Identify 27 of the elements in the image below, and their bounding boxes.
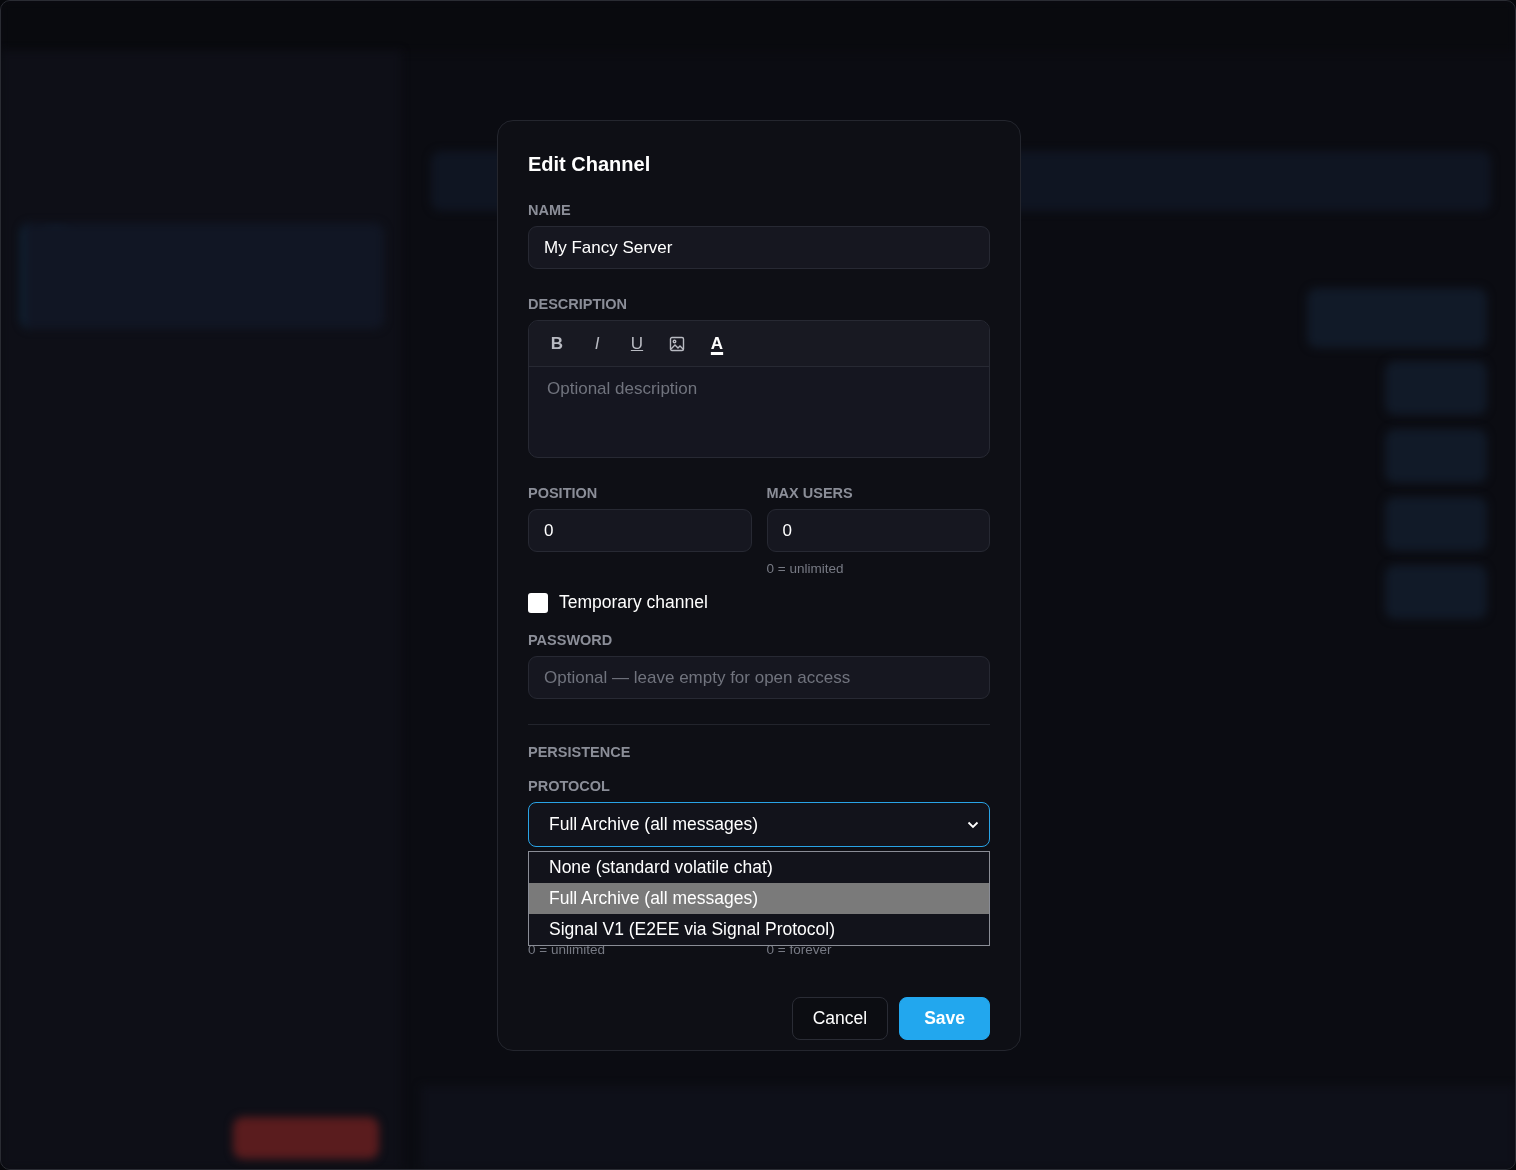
section-heading: PERSISTENCE	[528, 743, 632, 761]
position-field[interactable]: 0	[528, 509, 752, 552]
field-hint: 0 = unlimited	[766, 561, 845, 576]
name-field[interactable]: My Fancy Server	[528, 226, 990, 269]
field-label: PROTOCOL	[528, 777, 611, 795]
checkbox-label: Temporary channel	[559, 592, 708, 613]
dropdown-option[interactable]: Signal V1 (E2EE via Signal Protocol)	[529, 914, 989, 945]
dropdown-option[interactable]: None (standard volatile chat)	[529, 852, 989, 883]
field-label: DESCRIPTION	[528, 295, 629, 313]
field-label: MAX USERS	[766, 484, 854, 502]
cancel-button[interactable]: Cancel	[791, 997, 889, 1040]
text-color-button[interactable]: A	[705, 329, 729, 358]
dropdown-option[interactable]: Full Archive (all messages)	[529, 883, 989, 914]
temporary-checkbox[interactable]	[528, 592, 548, 613]
password-field[interactable]: Optional — leave empty for open access	[528, 656, 990, 699]
bold-button[interactable]: B	[545, 329, 569, 358]
field-label: PASSWORD	[528, 631, 614, 649]
description-editor[interactable]: B I U A Optional description	[528, 320, 990, 458]
field-label: POSITION	[528, 484, 599, 502]
chevron-down-icon	[967, 820, 979, 829]
italic-button[interactable]: I	[585, 329, 609, 358]
max-users-field[interactable]: 0	[766, 509, 990, 552]
description-field[interactable]: Optional description	[529, 367, 989, 457]
field-label: NAME	[528, 201, 572, 219]
protocol-dropdown[interactable]: Full Archive (all messages)	[528, 802, 990, 847]
dialog-title: Edit Channel	[528, 152, 652, 177]
underline-button[interactable]: U	[625, 329, 649, 358]
